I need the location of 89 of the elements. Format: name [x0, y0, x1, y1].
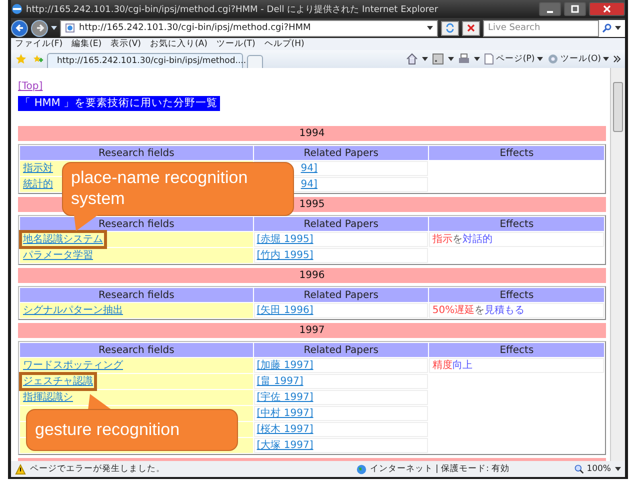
caret-icon[interactable] — [474, 57, 480, 61]
security-zone[interactable]: インターネット | 保護モード: 有効 — [356, 463, 510, 475]
maximize-icon — [571, 5, 579, 13]
column-header: Related Papers — [254, 343, 428, 357]
add-favorite-icon[interactable] — [31, 53, 43, 65]
refresh-icon — [445, 23, 455, 33]
field-link[interactable]: ワードスポッティング — [19, 356, 127, 375]
page-menu-button[interactable]: ページ(P) — [484, 53, 543, 65]
field-link[interactable]: 地名認識システム — [19, 230, 107, 249]
paper-link[interactable]: 94] — [300, 179, 318, 190]
menu-item[interactable]: ファイル(F) — [15, 38, 63, 50]
page-heading: 「 HMM 」を要素技術に用いた分野一覧 — [18, 96, 220, 111]
column-header: Effects — [429, 146, 604, 160]
browser-icon — [11, 3, 23, 15]
top-link[interactable]: [Top] — [18, 80, 43, 93]
paper-link[interactable]: [矢田 1996] — [256, 305, 314, 316]
minimize-button[interactable] — [539, 2, 561, 16]
forward-arrow-icon — [34, 23, 44, 33]
close-icon — [603, 5, 611, 13]
back-button[interactable] — [11, 20, 28, 36]
column-header: Research fields — [20, 288, 253, 302]
column-header: Effects — [429, 217, 604, 231]
caret-icon[interactable] — [615, 26, 621, 30]
menu-item[interactable]: ツール(T) — [216, 38, 256, 50]
globe-icon — [356, 464, 367, 474]
caret-icon[interactable] — [448, 57, 454, 61]
home-icon[interactable] — [406, 53, 418, 65]
window-title: http://165.242.101.30/cgi-bin/ipsj/method.cgi?HMM - Dell により提供された Internet Explorer — [26, 4, 438, 16]
effect-text: 精度向上 — [429, 358, 604, 373]
column-header: Related Papers — [254, 217, 428, 231]
page-icon — [484, 53, 494, 65]
column-header: Research fields — [20, 343, 253, 357]
year-header: 1996 — [18, 268, 606, 283]
year-header: 1997 — [18, 323, 606, 338]
paper-link[interactable]: [宇佐 1997] — [256, 392, 314, 403]
field-link[interactable]: 指示対 — [19, 159, 57, 178]
maximize-button[interactable] — [564, 2, 586, 16]
callout-text: gesture recognition — [35, 420, 180, 439]
stop-button[interactable] — [462, 20, 480, 36]
paper-link[interactable]: [赤堀 1995] — [256, 234, 314, 245]
effect-text: 指示を対話的 — [429, 232, 604, 247]
field-link[interactable]: パラメータ学習 — [19, 246, 97, 265]
paper-link[interactable]: [大塚 1997] — [256, 440, 314, 451]
effect-text: 50%遅延を見積もる — [429, 303, 604, 318]
zoom-level[interactable]: 100% — [574, 464, 611, 474]
column-header: Related Papers — [254, 288, 428, 302]
menu-item[interactable]: お気に入り(A) — [150, 38, 208, 50]
browser-tab[interactable]: http://165.242.101.30/cgi-bin/ipsj/method.... — [47, 53, 243, 68]
menu-item[interactable]: 表示(V) — [110, 38, 141, 50]
star-icon[interactable] — [15, 53, 27, 65]
scrollbar[interactable] — [610, 68, 625, 461]
address-field[interactable]: http://165.242.101.30/cgi-bin/ipsj/method.cgi?HMM — [60, 20, 438, 36]
stop-icon — [466, 23, 476, 33]
more-chevron-icon[interactable] — [613, 55, 621, 63]
paper-link[interactable]: [畠 1997] — [256, 376, 304, 387]
status-message: ページでエラーが発生しました。 — [30, 463, 165, 475]
paper-link[interactable]: [桜木 1997] — [256, 424, 314, 435]
caret-icon — [427, 26, 433, 30]
year-header: 1994 — [18, 126, 606, 141]
forward-button[interactable] — [31, 20, 48, 36]
caret-icon[interactable] — [422, 57, 428, 61]
paper-link[interactable]: [加藤 1997] — [256, 360, 314, 371]
page-icon — [65, 23, 75, 33]
refresh-button[interactable] — [441, 20, 459, 36]
printer-icon[interactable] — [458, 53, 470, 65]
field-link[interactable]: 統計的 — [19, 175, 57, 194]
tools-menu-button[interactable]: ツール(O) — [546, 53, 609, 65]
menu-item[interactable]: 編集(E) — [72, 38, 102, 50]
close-button[interactable] — [589, 2, 625, 16]
paper-link[interactable]: [竹内 1995] — [256, 250, 314, 261]
paper-link[interactable]: 94] — [300, 163, 318, 174]
paper-link[interactable]: [中村 1997] — [256, 408, 314, 419]
search-icon[interactable] — [602, 23, 612, 33]
caret-icon — [536, 57, 543, 61]
field-link[interactable]: シグナルパターン抽出 — [19, 301, 127, 320]
menu-item[interactable]: ヘルプ(H) — [264, 38, 304, 50]
back-arrow-icon — [14, 23, 24, 33]
field-link[interactable]: 指揮認識シ — [19, 388, 77, 407]
caret-icon[interactable] — [615, 467, 621, 471]
history-caret-icon[interactable] — [51, 26, 57, 30]
warning-icon — [15, 464, 26, 474]
search-field[interactable]: Live Search — [483, 20, 599, 36]
column-header: Research fields — [20, 146, 253, 160]
column-header: Related Papers — [254, 146, 428, 160]
column-header: Effects — [429, 288, 604, 302]
field-link[interactable]: ジェスチャ認識 — [19, 372, 97, 391]
magnifier-icon — [574, 464, 584, 474]
column-header: Effects — [429, 343, 604, 357]
caret-icon — [603, 57, 609, 61]
